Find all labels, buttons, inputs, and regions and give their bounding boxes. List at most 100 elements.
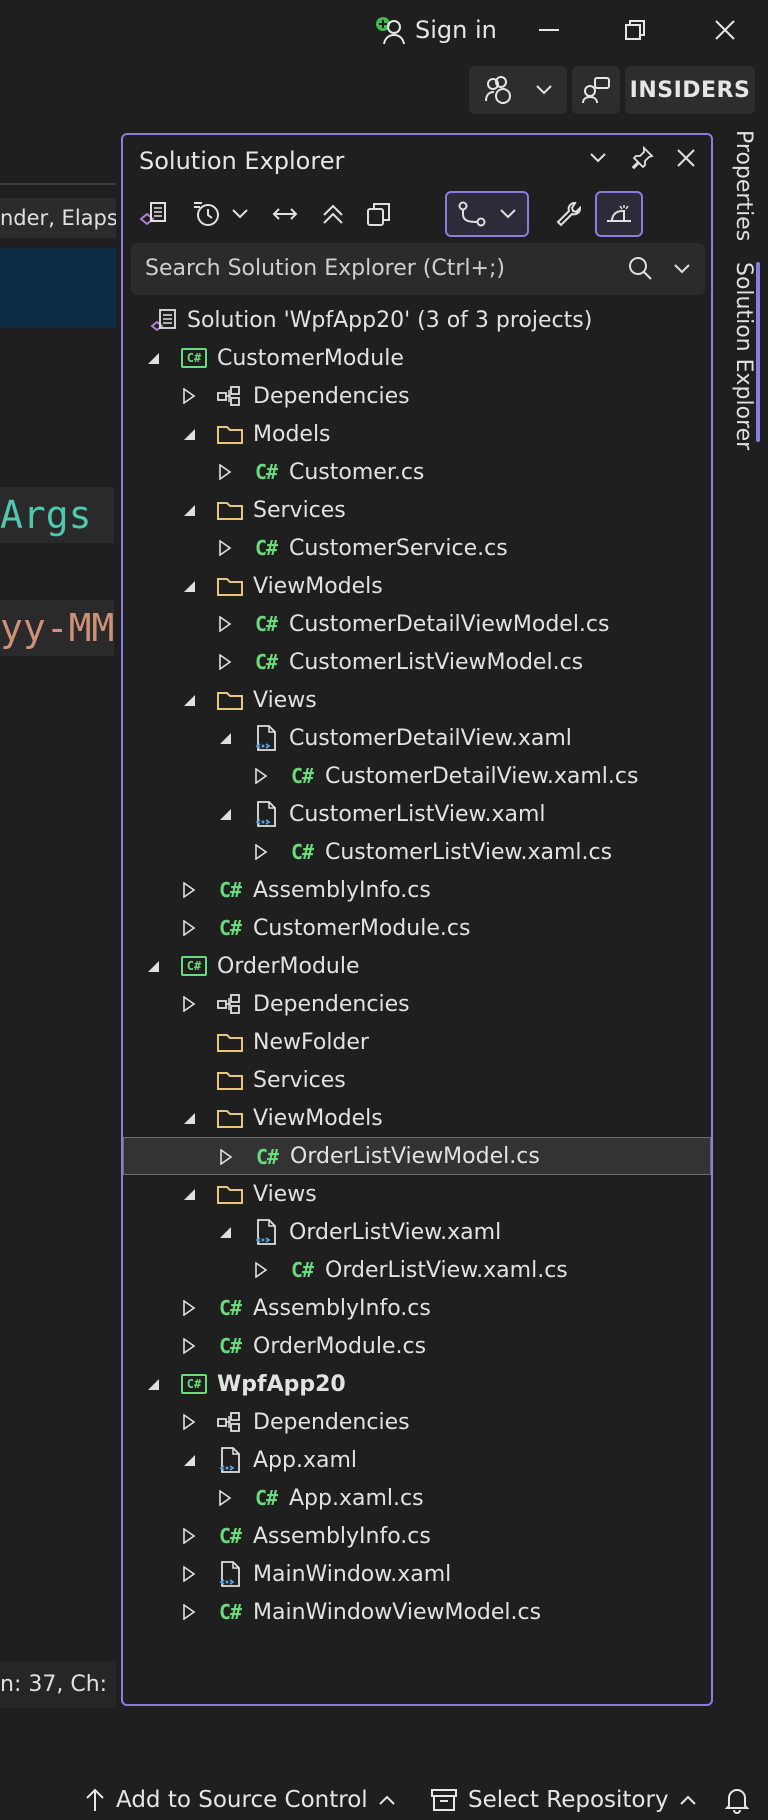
show-all-files-button[interactable] <box>359 191 399 237</box>
tree-item[interactable]: C# CustomerService.cs <box>123 529 711 567</box>
tree-item[interactable]: Dependencies <box>123 985 711 1023</box>
tree-item[interactable]: C# MainWindowViewModel.cs <box>123 1593 711 1631</box>
expanded-arrow-icon[interactable] <box>217 1224 233 1240</box>
collapsed-arrow-icon[interactable] <box>181 1528 197 1544</box>
collapsed-arrow-icon[interactable] <box>217 1490 233 1506</box>
expanded-arrow-icon[interactable] <box>181 502 197 518</box>
tree-item[interactable]: C# App.xaml.cs <box>123 1479 711 1517</box>
tree-item[interactable]: Views <box>123 1175 711 1213</box>
collapsed-arrow-icon[interactable] <box>217 616 233 632</box>
tree-item[interactable]: Models <box>123 415 711 453</box>
expanded-arrow-icon[interactable] <box>145 958 161 974</box>
solution-explorer-side-tab[interactable]: Solution Explorer <box>716 262 756 450</box>
collapsed-arrow-icon[interactable] <box>217 540 233 556</box>
tree-item[interactable]: C# OrderModule <box>123 947 711 985</box>
collapsed-arrow-icon[interactable] <box>218 1149 234 1165</box>
tree-item[interactable]: Services <box>123 1061 711 1099</box>
expanded-arrow-icon[interactable] <box>181 426 197 442</box>
close-panel-button[interactable] <box>671 143 701 173</box>
tree-item[interactable]: Dependencies <box>123 377 711 415</box>
tree-item[interactable]: C# AssemblyInfo.cs <box>123 1289 711 1327</box>
tree-item[interactable]: C# Customer.cs <box>123 453 711 491</box>
preview-selected-items-button[interactable] <box>595 191 643 237</box>
search-icon[interactable] <box>627 255 653 285</box>
sync-with-active-document-button[interactable] <box>265 191 305 237</box>
tree-item[interactable]: ViewModels <box>123 1099 711 1137</box>
tree-item[interactable]: CustomerListView.xaml <box>123 795 711 833</box>
tree-item[interactable]: C# CustomerListViewModel.cs <box>123 643 711 681</box>
tree-item[interactable]: Services <box>123 491 711 529</box>
collapse-all-button[interactable] <box>313 191 353 237</box>
expanded-arrow-icon[interactable] <box>145 1376 161 1392</box>
pending-changes-filter-button[interactable] <box>187 191 227 237</box>
collapsed-arrow-icon[interactable] <box>181 1338 197 1354</box>
search-options-dropdown[interactable] <box>673 256 691 286</box>
switch-views-button[interactable] <box>135 191 175 237</box>
collapsed-arrow-icon[interactable] <box>181 1566 197 1582</box>
tree-item[interactable]: OrderListView.xaml <box>123 1213 711 1251</box>
sign-in-button[interactable]: Sign in <box>373 12 497 48</box>
feedback-button[interactable] <box>572 66 620 114</box>
cursor-position[interactable]: n: 37, Ch: 1 <box>0 1662 116 1708</box>
editor-area[interactable] <box>0 133 116 1673</box>
tree-item[interactable]: C# CustomerDetailView.xaml.cs <box>123 757 711 795</box>
collapsed-arrow-icon[interactable] <box>253 1262 269 1278</box>
properties-side-tab[interactable]: Properties <box>716 130 756 241</box>
collapsed-arrow-icon[interactable] <box>253 768 269 784</box>
tree-item[interactable]: CustomerDetailView.xaml <box>123 719 711 757</box>
expanded-arrow-icon[interactable] <box>181 1186 197 1202</box>
collapsed-arrow-icon[interactable] <box>181 1414 197 1430</box>
restore-button[interactable] <box>608 10 662 50</box>
tree-item[interactable]: Views <box>123 681 711 719</box>
csharp-file-icon: C# <box>218 878 242 902</box>
tree-item[interactable]: C# OrderModule.cs <box>123 1327 711 1365</box>
collapsed-arrow-icon[interactable] <box>181 388 197 404</box>
tree-item[interactable]: Solution 'WpfApp20' (3 of 3 projects) <box>123 301 711 339</box>
panel-options-button[interactable] <box>583 143 613 173</box>
expanded-arrow-icon[interactable] <box>181 578 197 594</box>
tree-item[interactable]: C# CustomerModule.cs <box>123 909 711 947</box>
insiders-badge[interactable]: INSIDERS <box>625 66 755 114</box>
properties-button[interactable] <box>549 191 589 237</box>
live-share-button[interactable] <box>469 66 567 114</box>
tree-item[interactable]: NewFolder <box>123 1023 711 1061</box>
pending-changes-dropdown[interactable] <box>229 191 251 237</box>
tree-item[interactable]: C# AssemblyInfo.cs <box>123 1517 711 1555</box>
collapsed-arrow-icon[interactable] <box>181 882 197 898</box>
tree-item[interactable]: C# CustomerDetailViewModel.cs <box>123 605 711 643</box>
tree-item[interactable]: C# WpfApp20 <box>123 1365 711 1403</box>
collapsed-arrow-icon[interactable] <box>181 1300 197 1316</box>
collapsed-arrow-icon[interactable] <box>181 1604 197 1620</box>
select-repository-button[interactable]: Select Repository <box>430 1780 697 1820</box>
pin-button[interactable] <box>627 143 657 173</box>
expanded-arrow-icon[interactable] <box>181 1452 197 1468</box>
collapsed-arrow-icon[interactable] <box>217 464 233 480</box>
tree-item[interactable]: C# OrderListView.xaml.cs <box>123 1251 711 1289</box>
tree-item[interactable]: C# AssemblyInfo.cs <box>123 871 711 909</box>
tree-item[interactable]: App.xaml <box>123 1441 711 1479</box>
minimize-button[interactable] <box>522 10 576 50</box>
tree-item[interactable]: C# CustomerModule <box>123 339 711 377</box>
notifications-button[interactable] <box>724 1780 750 1820</box>
csharp-file-icon: C# <box>290 764 314 788</box>
collapsed-arrow-icon[interactable] <box>181 996 197 1012</box>
collapsed-arrow-icon[interactable] <box>181 920 197 936</box>
solution-explorer-search[interactable]: Search Solution Explorer (Ctrl+;) <box>131 243 705 295</box>
close-window-button[interactable] <box>698 10 752 50</box>
expanded-arrow-icon[interactable] <box>145 350 161 366</box>
tree-item[interactable]: C# CustomerListView.xaml.cs <box>123 833 711 871</box>
collapsed-arrow-icon[interactable] <box>217 654 233 670</box>
search-input[interactable]: Search Solution Explorer (Ctrl+;) <box>145 243 505 295</box>
add-to-source-control-button[interactable]: Add to Source Control <box>84 1780 396 1820</box>
expanded-arrow-icon[interactable] <box>217 730 233 746</box>
collapsed-arrow-icon[interactable] <box>253 844 269 860</box>
tree-item[interactable]: MainWindow.xaml <box>123 1555 711 1593</box>
tree-item[interactable]: Dependencies <box>123 1403 711 1441</box>
tree-item[interactable]: C# OrderListViewModel.cs <box>123 1137 711 1175</box>
tree-item[interactable]: ViewModels <box>123 567 711 605</box>
editor-breadcrumb[interactable]: nder, Elaps <box>0 198 116 238</box>
expanded-arrow-icon[interactable] <box>181 1110 197 1126</box>
expanded-arrow-icon[interactable] <box>181 692 197 708</box>
git-changes-filter-button[interactable] <box>445 191 529 237</box>
expanded-arrow-icon[interactable] <box>217 806 233 822</box>
